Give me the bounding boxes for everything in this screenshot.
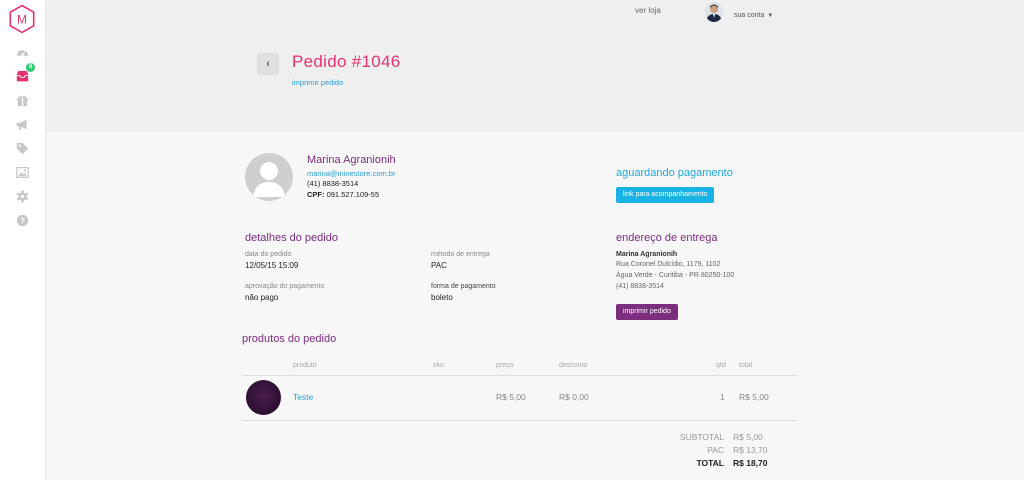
top-bar: ver loja sua conta ▼ [46,0,1024,28]
product-total: R$ 5,00 [739,392,769,402]
payment-approval-value: não pago [245,293,279,302]
help-icon[interactable]: ? [14,212,30,228]
print-order-link[interactable]: imprimir pedido [292,78,343,87]
customer-email[interactable]: marina@minestore.com.br [307,169,395,178]
total-value: R$ 18,70 [733,458,768,468]
products-title: produtos do pedido [242,333,337,345]
chevron-down-icon: ▼ [767,13,774,19]
gear-icon[interactable] [14,188,30,204]
dashboard-icon[interactable] [14,44,30,60]
page-title: Pedido #1046 [292,52,401,71]
col-header-product: produto [293,362,317,369]
subtotal-label: SUBTOTAL [679,432,724,442]
order-details-title: detalhes do pedido [245,232,338,244]
orders-inbox-icon[interactable]: 8 [14,63,35,84]
payment-form-label: forma de pagamento [431,283,496,290]
table-divider [242,375,797,376]
payment-approval-label: aprovação do pagamento [245,283,325,290]
shipping-line1: Rua Coronel Dulcídio, 1179, 1102 [616,261,721,268]
product-price: R$ 5,00 [496,392,526,402]
order-status: aguardando pagamento [616,167,733,179]
customer-cpf: CPF: 091.527.109-55 [307,190,379,199]
tracking-link-button[interactable]: link para acompanhamento [616,187,715,203]
shipping-cost-label: PAC [707,445,724,455]
page-header: ‹ Pedido #1046 imprimir pedido [46,28,1024,132]
shipping-name: Marina Agranionih [616,251,678,258]
customer-name: Marina Agranionih [307,154,396,166]
shipping-cost-value: R$ 13,70 [733,445,768,455]
total-label: TOTAL [696,458,724,468]
customer-cpf-value: 091.527.109-55 [326,190,380,199]
col-header-price: preço [496,362,514,369]
col-header-total: total [739,362,753,369]
product-qty: 1 [720,392,725,402]
order-date-label: data do pedido [245,251,292,258]
customer-phone: (41) 8838-3514 [307,179,359,188]
shipping-line2: Água Verde - Curitiba - PR 80250-100 [616,272,735,279]
customer-cpf-label: CPF: [307,190,325,199]
notifications-badge: 8 [26,63,35,72]
tag-icon[interactable] [14,140,30,156]
chevron-left-icon: ‹ [266,58,270,70]
col-header-discount: desconto [559,362,588,369]
col-header-sku: sku [433,362,444,369]
svg-text:?: ? [20,216,25,225]
print-order-button[interactable]: imprimir pedido [616,304,678,320]
col-header-qty: qtd [716,362,726,369]
megaphone-icon[interactable] [14,116,30,132]
product-discount: R$ 0,00 [559,392,589,402]
account-menu-label: sua conta [734,12,765,19]
subtotal-value: R$ 5,00 [733,432,763,442]
product-thumbnail[interactable] [246,380,281,415]
sidebar: M 8 ? [0,0,46,480]
account-avatar[interactable] [705,2,723,22]
back-button[interactable]: ‹ [257,53,279,75]
customer-avatar [245,153,293,201]
delivery-method-label: método de entrega [431,251,490,258]
account-menu[interactable]: sua conta ▼ [734,12,773,19]
order-date-value: 12/05/15 15:09 [245,261,299,270]
shipping-phone: (41) 8838-3514 [616,283,664,290]
gift-icon[interactable] [14,92,30,108]
store-logo[interactable]: M [7,4,37,34]
table-divider [242,420,797,421]
image-icon[interactable] [14,164,30,180]
payment-form-value: boleto [431,293,453,302]
delivery-method-value: PAC [431,261,447,270]
view-store-link[interactable]: ver loja [635,6,661,15]
product-name-link[interactable]: Teste [293,392,313,402]
shipping-address-title: endereço de entrega [616,232,718,244]
svg-text:M: M [17,13,27,27]
